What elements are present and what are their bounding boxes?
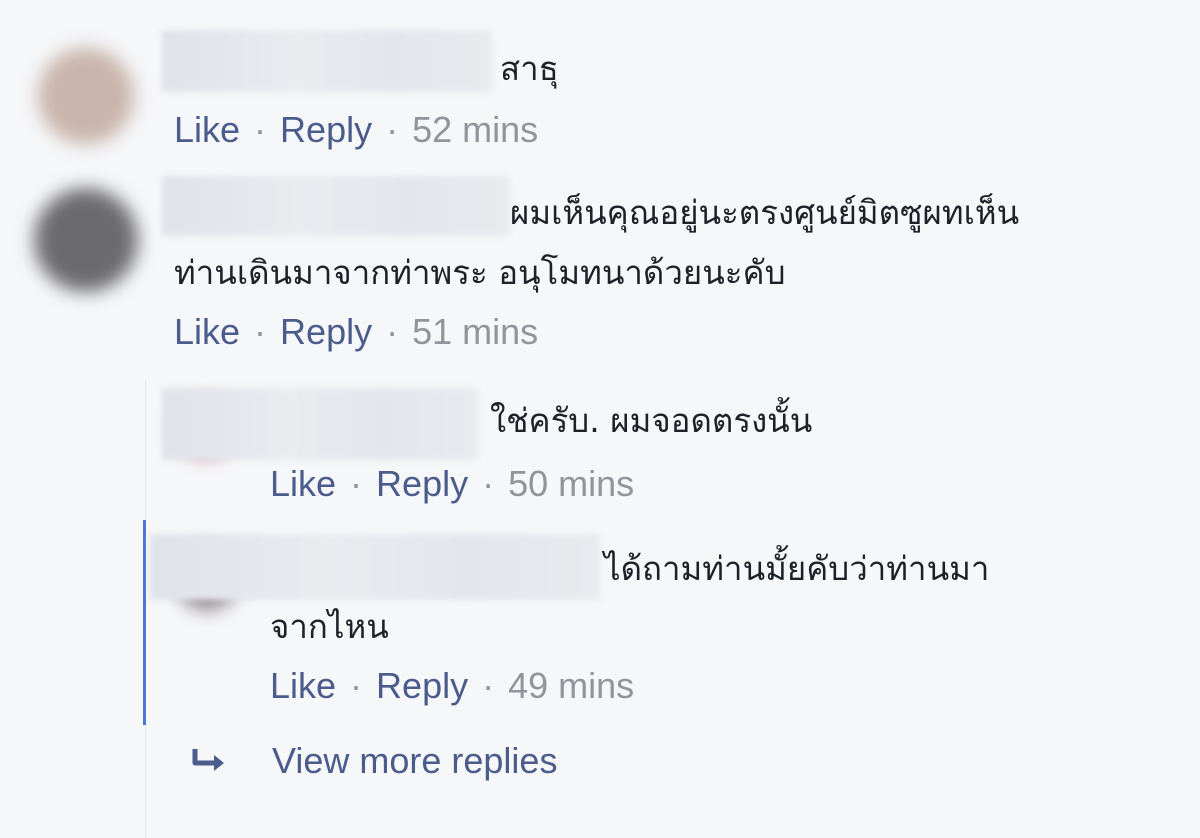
timestamp[interactable]: 50 mins [508,463,634,504]
comment-thread: สาธุ Like · Reply · 52 mins ผมเห็นคุณอยู… [0,0,1200,838]
commenter-name-blurred[interactable] [162,176,510,236]
timestamp[interactable]: 52 mins [412,109,538,150]
comment-text: สาธุ [500,49,559,88]
reply-arrow-icon [192,749,224,771]
timestamp[interactable]: 49 mins [508,665,634,706]
like-link[interactable]: Like [174,311,240,352]
commenter-name-blurred[interactable] [150,534,600,600]
comment-text: ใช่ครับ. ผมจอดตรงนั้น [490,401,813,440]
separator: · [376,109,409,150]
reply-link[interactable]: Reply [376,463,468,504]
separator: · [340,665,373,706]
comment-actions: Like · Reply · 49 mins [270,664,634,708]
separator: · [472,463,505,504]
comment-text-line-1: ได้ถามท่านมั้ยคับว่าท่านมา [604,549,990,588]
separator: · [472,665,505,706]
like-link[interactable]: Like [270,463,336,504]
comment-text-line-2: จากไหน [270,607,389,646]
separator: · [376,311,409,352]
comment-actions: Like · Reply · 51 mins [174,310,538,354]
view-more-replies-button[interactable]: View more replies [190,738,557,784]
separator: · [244,109,277,150]
highlight-thread-line [143,520,146,725]
comment-actions: Like · Reply · 50 mins [270,462,634,506]
commenter-name-blurred[interactable] [162,388,478,460]
timestamp[interactable]: 51 mins [412,311,538,352]
like-link[interactable]: Like [174,109,240,150]
reply-link[interactable]: Reply [280,311,372,352]
view-more-replies-label: View more replies [272,740,558,781]
avatar[interactable] [34,188,138,292]
commenter-name-blurred[interactable] [162,30,492,92]
separator: · [244,311,277,352]
avatar[interactable] [38,48,134,144]
separator: · [340,463,373,504]
comment-text-line-2: ท่านเดินมาจากท่าพระ อนุโมทนาด้วยนะคับ [174,253,786,292]
comment-text-line-1: ผมเห็นคุณอยู่นะตรงศูนย์มิตซูผทเห็น [510,193,1020,232]
reply-link[interactable]: Reply [280,109,372,150]
comment-actions: Like · Reply · 52 mins [174,108,538,152]
like-link[interactable]: Like [270,665,336,706]
reply-link[interactable]: Reply [376,665,468,706]
